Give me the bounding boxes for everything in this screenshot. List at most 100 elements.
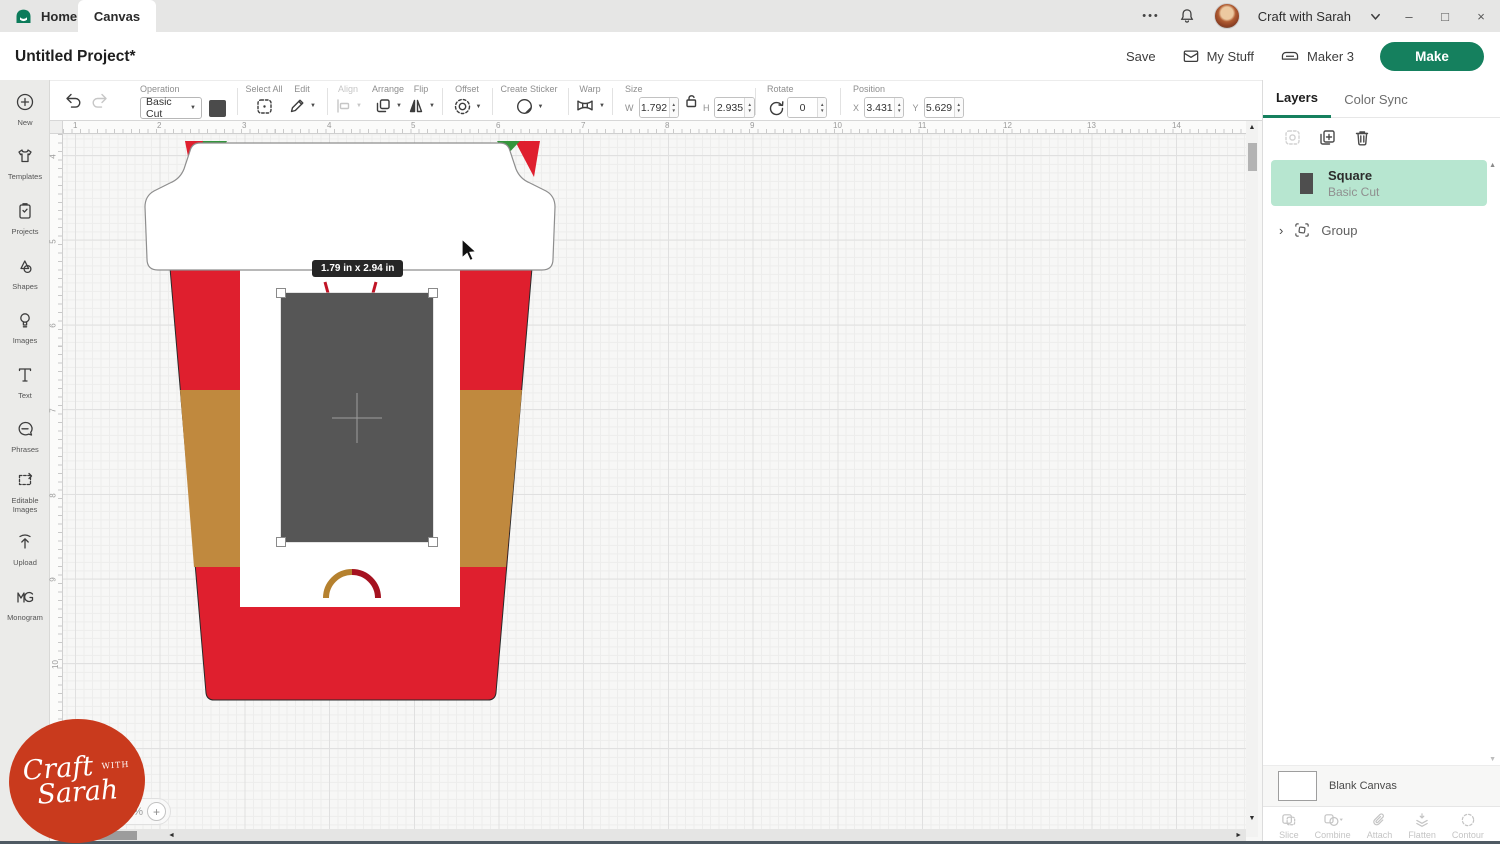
layer-row-group[interactable]: › Group [1271,212,1487,248]
y-label: Y [912,103,918,113]
x-stepper[interactable]: ▲ ▼ [894,98,903,117]
flip-menu-button[interactable]: Flip ▼ [405,84,437,115]
attach-button[interactable]: Attach [1367,812,1393,840]
group-layer-icon [1293,221,1311,239]
canvas-area[interactable]: 1 2 3 4 5 6 7 8 9 10 11 12 13 14 4 5 6 7… [50,121,1262,844]
vertical-scroll-thumb[interactable] [1248,143,1257,171]
text-icon [15,365,35,385]
size-lock-open-icon[interactable] [683,93,699,108]
create-sticker-button[interactable]: Create Sticker ▼ [496,84,562,116]
upload-icon [15,532,35,552]
caret-down-icon: ▼ [599,103,605,109]
rotate-input[interactable] [788,98,817,117]
resize-handle-top-left[interactable] [277,289,286,298]
window-minimize-button[interactable]: – [1400,9,1418,24]
sidebar-item-text[interactable]: Text [0,365,50,401]
panel-scroll-up-icon[interactable]: ▲ [1489,162,1496,169]
offset-menu-button[interactable]: Offset ▼ [448,84,486,116]
sidebar-item-upload[interactable]: Upload [0,532,50,568]
stepper-down-icon: ▼ [672,108,676,114]
operation-dropdown[interactable]: Basic Cut ▼ [140,97,202,119]
layer-operation-type: Basic Cut [1328,185,1379,199]
tab-strip: Home Canvas ••• Craft with Sarah – □ × [0,0,1500,32]
blank-canvas-row[interactable]: Blank Canvas [1263,765,1500,806]
width-stepper[interactable]: ▲ ▼ [669,98,678,117]
flatten-button[interactable]: Flatten [1408,812,1436,840]
horizontal-scrollbar[interactable]: ◄ ► [63,829,1246,841]
sidebar-item-phrases[interactable]: Phrases [0,419,50,455]
offset-label: Offset [448,84,486,94]
expand-chevron-icon[interactable]: › [1279,223,1283,238]
cup-lid[interactable] [145,143,555,270]
vertical-scrollbar[interactable]: ▲ ▼ [1246,121,1258,837]
resize-handle-top-right[interactable] [429,289,438,298]
tab-layers[interactable]: Layers [1263,80,1331,118]
delete-button[interactable] [1353,128,1371,147]
duplicate-button[interactable] [1318,128,1337,147]
undo-button[interactable] [63,92,83,111]
layer-row-square[interactable]: Square Basic Cut [1271,160,1487,206]
make-button[interactable]: Make [1380,42,1484,71]
select-all-icon [255,97,274,116]
scroll-up-arrow[interactable]: ▲ [1249,124,1256,131]
account-chevron-down-icon[interactable] [1369,10,1382,23]
align-menu-button[interactable]: Align ▼ [331,84,365,115]
sidebar-item-projects[interactable]: Projects [0,201,50,237]
x-label: X [853,103,859,113]
combine-button[interactable]: Combine [1315,812,1351,840]
slice-button[interactable]: Slice [1279,812,1299,840]
resize-handle-bottom-left[interactable] [277,538,286,547]
sidebar-item-new[interactable]: New [0,92,50,128]
notifications-bell-icon[interactable] [1178,7,1196,25]
window-close-button[interactable]: × [1472,9,1490,24]
height-stepper[interactable]: ▲ ▼ [744,98,753,117]
edit-menu-button[interactable]: Edit ▼ [285,84,319,115]
y-stepper[interactable]: ▲ ▼ [954,98,963,117]
rotate-icon[interactable] [767,99,785,117]
contour-button[interactable]: Contour [1452,812,1484,840]
panel-scroll-down-icon[interactable]: ▼ [1489,756,1496,763]
tab-color-sync[interactable]: Color Sync [1331,80,1421,118]
arrange-icon [374,97,392,115]
my-stuff-envelope-icon [1182,48,1200,64]
account-name[interactable]: Craft with Sarah [1258,9,1351,24]
group-button[interactable] [1283,128,1302,147]
resize-handle-bottom-right[interactable] [429,538,438,547]
header-bar: Untitled Project* Save My Stuff Maker 3 … [0,32,1500,80]
y-input[interactable] [925,98,954,117]
width-field: ▲ ▼ [639,97,679,118]
window-maximize-button[interactable]: □ [1436,9,1454,24]
save-button[interactable]: Save [1126,49,1156,64]
width-input[interactable] [640,98,669,117]
create-sticker-label: Create Sticker [496,84,562,94]
account-avatar[interactable] [1214,3,1240,29]
scroll-left-arrow[interactable]: ◄ [168,832,175,839]
position-group: Position X ▲ ▼ Y ▲ ▼ [853,84,964,118]
zoom-in-button[interactable]: + [147,802,166,821]
redo-button[interactable] [90,92,110,111]
x-input[interactable] [865,98,894,117]
height-input[interactable] [715,98,744,117]
caret-down-icon: ▼ [476,104,482,110]
arrange-label: Arrange [368,84,408,94]
warp-menu-button[interactable]: Warp ▼ [571,84,609,114]
operation-color-swatch[interactable] [209,100,226,117]
sidebar-item-templates[interactable]: Templates [0,146,50,182]
design-artwork[interactable] [50,121,1262,844]
scroll-down-arrow[interactable]: ▼ [1249,815,1256,822]
machine-select-button[interactable]: Maker 3 [1280,48,1354,64]
tab-canvas[interactable]: Canvas [78,0,156,32]
scroll-right-arrow[interactable]: ► [1235,832,1242,839]
sidebar-item-monogram[interactable]: Monogram [0,587,50,623]
sidebar-item-images[interactable]: Images [0,310,50,346]
align-label: Align [331,84,365,94]
arrange-menu-button[interactable]: Arrange ▼ [368,84,408,115]
home-tab-label: Home [41,9,77,24]
width-label: W [625,103,634,113]
rotate-stepper[interactable]: ▲ ▼ [817,98,826,117]
sidebar-item-editable-images[interactable]: Editable Images [0,470,50,514]
overflow-menu-icon[interactable]: ••• [1142,10,1160,22]
size-group: Size W ▲ ▼ H ▲ ▼ [625,84,755,118]
sidebar-item-shapes[interactable]: Shapes [0,256,50,292]
my-stuff-button[interactable]: My Stuff [1182,48,1254,64]
